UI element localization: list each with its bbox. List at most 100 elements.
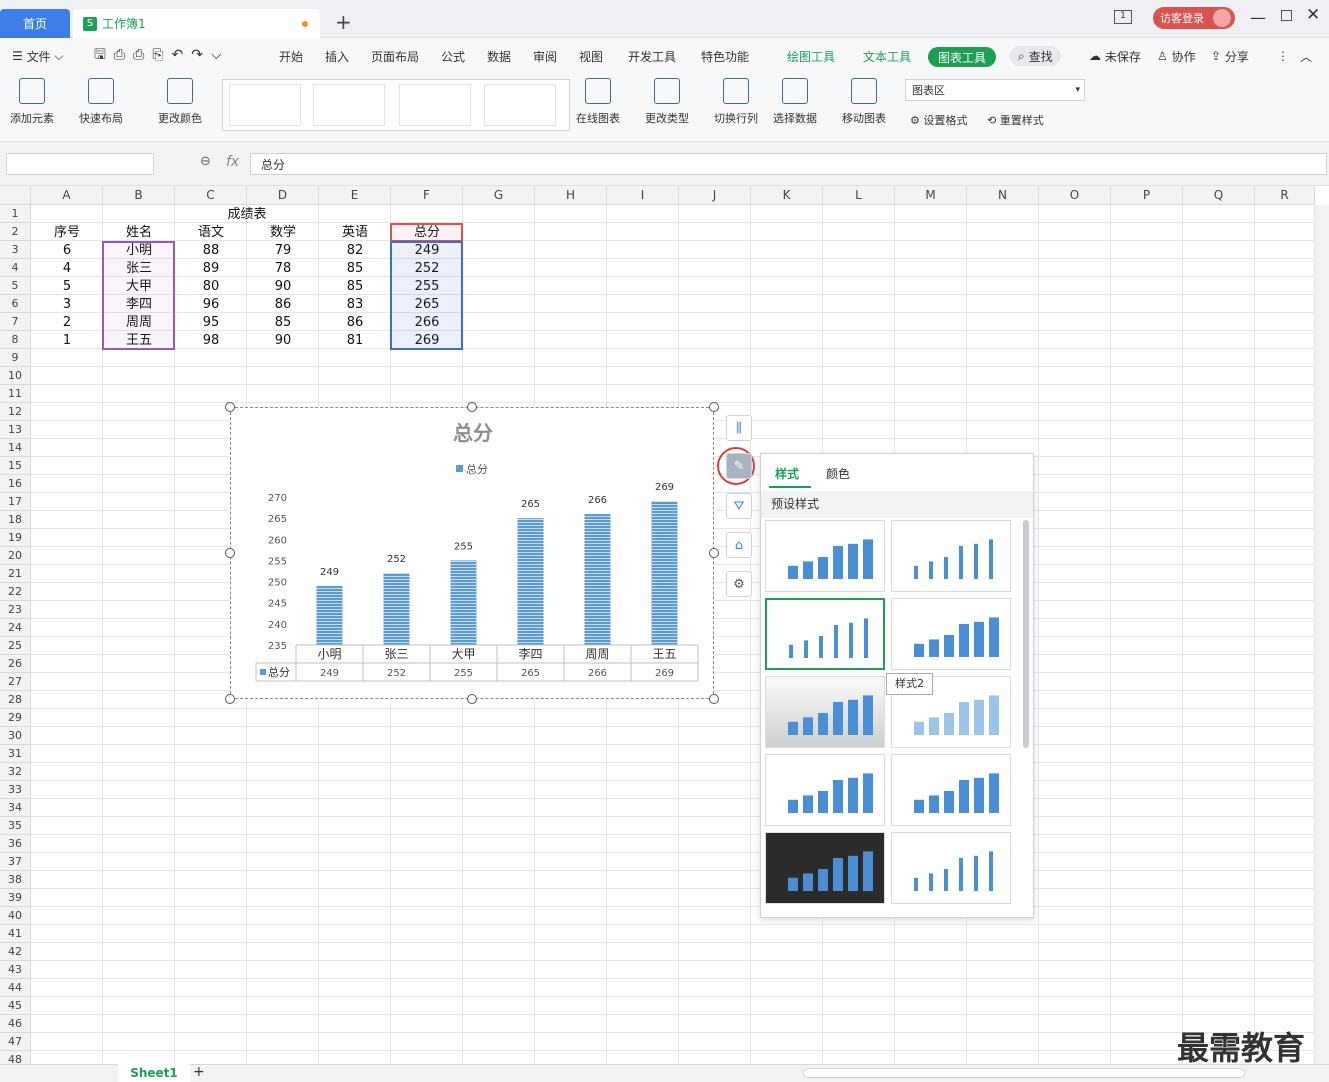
resize-handle-bl[interactable] xyxy=(225,694,235,704)
row-header[interactable]: 12 xyxy=(0,403,31,421)
maximize-icon[interactable] xyxy=(1281,10,1292,21)
resize-handle-tr[interactable] xyxy=(709,402,719,412)
row-header[interactable]: 24 xyxy=(0,619,31,637)
panel-tab-color[interactable]: 颜色 xyxy=(826,465,850,482)
resize-handle-tl[interactable] xyxy=(225,402,235,412)
row-header[interactable]: 17 xyxy=(0,493,31,511)
header-cell[interactable]: 语文 xyxy=(175,224,247,242)
horizontal-scrollbar[interactable] xyxy=(803,1068,1245,1078)
table-cell[interactable]: 85 xyxy=(247,314,319,332)
select-data-button[interactable]: 选择数据 xyxy=(773,78,817,126)
header-cell[interactable]: 姓名 xyxy=(103,224,175,242)
gallery-style-3[interactable] xyxy=(399,84,471,126)
column-header[interactable]: R xyxy=(1255,186,1315,205)
row-header[interactable]: 18 xyxy=(0,511,31,529)
resize-handle-tc[interactable] xyxy=(467,402,477,412)
preset-style-3[interactable] xyxy=(765,598,885,670)
menu-layout[interactable]: 页面布局 xyxy=(371,38,419,74)
share-button[interactable]: ⇪ 分享 xyxy=(1211,38,1249,74)
row-header[interactable]: 44 xyxy=(0,979,31,997)
table-cell[interactable]: 86 xyxy=(319,314,391,332)
preset-style-5[interactable] xyxy=(765,676,885,748)
resize-handle-bc[interactable] xyxy=(467,694,477,704)
preset-style-7[interactable] xyxy=(765,754,885,826)
panel-scrollbar[interactable] xyxy=(1023,520,1029,748)
row-header[interactable]: 8 xyxy=(0,331,31,349)
header-cell[interactable]: 序号 xyxy=(31,224,103,242)
row-header[interactable]: 36 xyxy=(0,835,31,853)
sheet-tab-sheet1[interactable]: Sheet1 xyxy=(118,1064,190,1082)
row-header[interactable]: 33 xyxy=(0,781,31,799)
row-header[interactable]: 30 xyxy=(0,727,31,745)
resize-handle-ml[interactable] xyxy=(225,548,235,558)
row-header[interactable]: 3 xyxy=(0,241,31,259)
row-header[interactable]: 2 xyxy=(0,223,31,241)
row-header[interactable]: 31 xyxy=(0,745,31,763)
chart-elements-icon[interactable]: ⫼ xyxy=(726,415,752,441)
row-header[interactable]: 47 xyxy=(0,1033,31,1051)
menu-chart-tools[interactable]: 图表工具 xyxy=(928,47,996,67)
preset-style-10[interactable] xyxy=(891,832,1011,904)
row-header[interactable]: 37 xyxy=(0,853,31,871)
column-header[interactable]: H xyxy=(535,186,607,205)
column-header[interactable]: D xyxy=(247,186,319,205)
row-header[interactable]: 4 xyxy=(0,259,31,277)
table-cell[interactable]: 95 xyxy=(175,314,247,332)
row-header[interactable]: 42 xyxy=(0,943,31,961)
menu-data[interactable]: 数据 xyxy=(487,38,511,74)
tab-home[interactable]: 首页 xyxy=(0,9,70,38)
row-header[interactable]: 1 xyxy=(0,205,31,223)
row-header[interactable]: 23 xyxy=(0,601,31,619)
column-header[interactable]: I xyxy=(607,186,679,205)
table-cell[interactable]: 90 xyxy=(247,332,319,350)
unsaved-status[interactable]: ☁ 未保存 xyxy=(1089,38,1141,74)
window-count-icon[interactable]: 1 xyxy=(1114,10,1132,24)
row-header[interactable]: 7 xyxy=(0,313,31,331)
table-cell[interactable]: 79 xyxy=(247,242,319,260)
menu-draw-tools[interactable]: 绘图工具 xyxy=(787,38,835,74)
row-header[interactable]: 32 xyxy=(0,763,31,781)
add-sheet-button[interactable]: + xyxy=(193,1064,205,1080)
gallery-style-4[interactable] xyxy=(484,84,556,126)
row-header[interactable]: 10 xyxy=(0,367,31,385)
menu-formula[interactable]: 公式 xyxy=(441,38,465,74)
change-type-button[interactable]: 更改类型 xyxy=(645,78,689,126)
row-header[interactable]: 25 xyxy=(0,637,31,655)
menu-dev[interactable]: 开发工具 xyxy=(628,38,676,74)
table-cell[interactable]: 5 xyxy=(31,278,103,296)
table-cell[interactable]: 81 xyxy=(319,332,391,350)
menu-file[interactable]: ☰ 文件 ⌵ xyxy=(12,38,64,74)
row-header[interactable]: 20 xyxy=(0,547,31,565)
tab-workbook[interactable]: S 工作簿1 xyxy=(73,9,320,38)
row-header[interactable]: 41 xyxy=(0,925,31,943)
row-header[interactable]: 38 xyxy=(0,871,31,889)
row-header[interactable]: 14 xyxy=(0,439,31,457)
collapse-ribbon-icon[interactable]: ︿ xyxy=(1300,38,1312,74)
row-header[interactable]: 43 xyxy=(0,961,31,979)
column-header[interactable]: K xyxy=(751,186,823,205)
resize-handle-mr[interactable] xyxy=(709,548,719,558)
row-header[interactable]: 22 xyxy=(0,583,31,601)
row-header[interactable]: 39 xyxy=(0,889,31,907)
table-cell[interactable]: 89 xyxy=(175,260,247,278)
column-header[interactable]: N xyxy=(967,186,1039,205)
table-cell[interactable]: 2 xyxy=(31,314,103,332)
minimize-icon[interactable]: — xyxy=(1250,8,1266,27)
menu-review[interactable]: 审阅 xyxy=(533,38,557,74)
table-cell[interactable]: 82 xyxy=(319,242,391,260)
row-header[interactable]: 11 xyxy=(0,385,31,403)
gallery-style-1[interactable] xyxy=(229,84,301,126)
panel-tab-style[interactable]: 样式 xyxy=(775,465,799,482)
table-cell[interactable]: 1 xyxy=(31,332,103,350)
table-cell[interactable]: 98 xyxy=(175,332,247,350)
row-header[interactable]: 46 xyxy=(0,1015,31,1033)
more-icon[interactable]: ⋮ xyxy=(1277,38,1289,74)
column-header[interactable]: M xyxy=(895,186,967,205)
column-header[interactable]: C xyxy=(175,186,247,205)
menu-text-tools[interactable]: 文本工具 xyxy=(863,38,911,74)
resize-handle-br[interactable] xyxy=(709,694,719,704)
select-all-corner[interactable] xyxy=(0,186,31,205)
row-header[interactable]: 15 xyxy=(0,457,31,475)
quick-layout-button[interactable]: 快速布局 xyxy=(79,78,123,126)
row-header[interactable]: 21 xyxy=(0,565,31,583)
